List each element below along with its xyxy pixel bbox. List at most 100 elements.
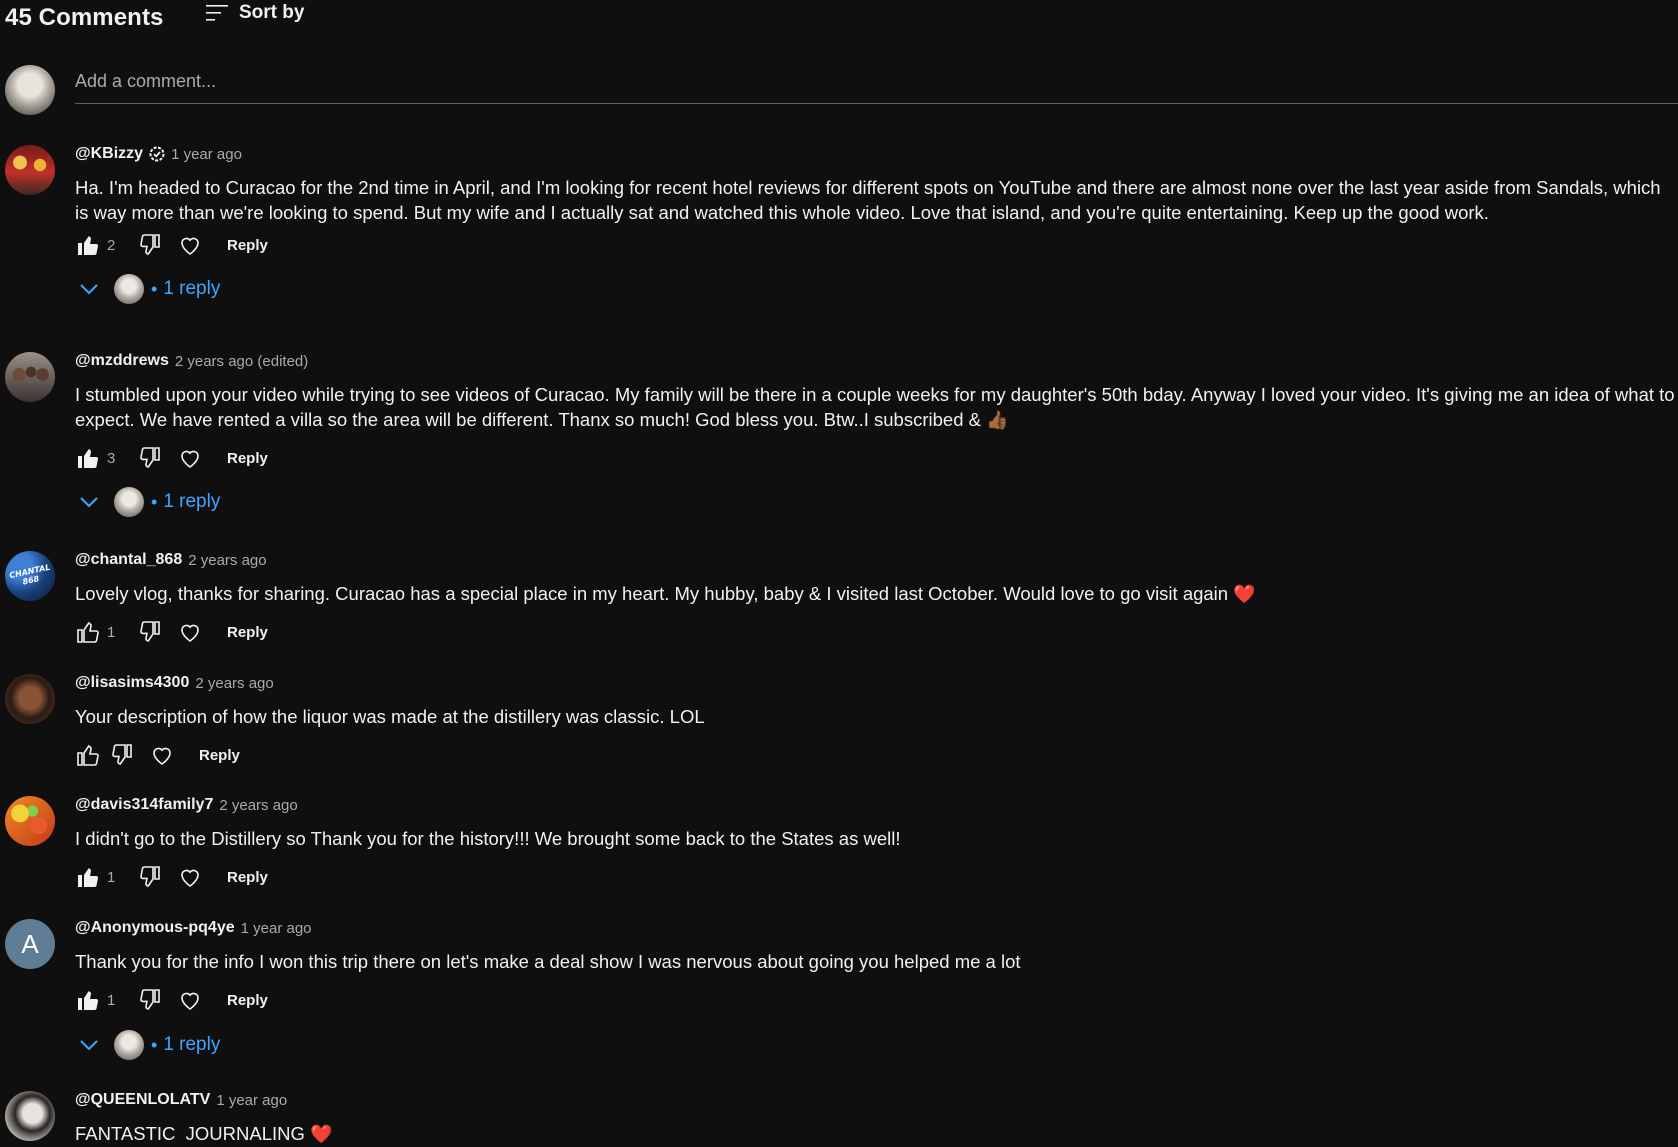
- comment-time[interactable]: 1 year ago: [241, 920, 312, 937]
- thumbs-down-icon: [140, 234, 160, 255]
- like-button[interactable]: [75, 445, 101, 471]
- group-photo-avatar-icon[interactable]: [5, 352, 55, 402]
- comment-thread: @KBizzy 1 year ago Ha. I'm headed to Cur…: [5, 145, 1678, 310]
- dislike-button[interactable]: [137, 864, 163, 890]
- reply-button[interactable]: Reply: [227, 869, 268, 886]
- thumbs-down-icon: [140, 447, 160, 468]
- like-button[interactable]: [75, 742, 101, 768]
- comment-text: I didn't go to the Distillery so Thank y…: [75, 828, 901, 849]
- thumbs-down-icon: [140, 866, 160, 887]
- comment-author[interactable]: @lisasims4300: [75, 674, 189, 692]
- dislike-button[interactable]: [137, 232, 163, 258]
- reply-author-avatar: [114, 274, 144, 304]
- comments-header: 45 Comments: [5, 0, 163, 36]
- heart-button[interactable]: [177, 445, 203, 471]
- bullet-separator: •: [151, 1034, 158, 1055]
- dislike-button[interactable]: [137, 445, 163, 471]
- comment-time[interactable]: 1 year ago: [171, 146, 242, 163]
- comment-author[interactable]: @mzddrews: [75, 352, 169, 370]
- thumbs-up-icon: [77, 621, 99, 643]
- letter-avatar-icon[interactable]: A: [5, 919, 55, 969]
- heart-button[interactable]: [177, 987, 203, 1013]
- chantal-logo-avatar-icon[interactable]: CHANTAL 868: [5, 551, 55, 601]
- reply-author-avatar: [114, 487, 144, 517]
- reply-button[interactable]: Reply: [227, 450, 268, 467]
- thumbs-down-icon: [140, 989, 160, 1010]
- comment-meta: @QUEENLOLATV 1 year ago: [75, 1091, 287, 1109]
- comment-text-body: FANTASTIC JOURNALING: [75, 1123, 305, 1144]
- heart-button[interactable]: [149, 742, 175, 768]
- comment-actions: 1 Reply: [75, 985, 268, 1015]
- heart-button[interactable]: [177, 619, 203, 645]
- colorful-avatar-icon[interactable]: [5, 796, 55, 846]
- sort-by-label: Sort by: [239, 2, 305, 23]
- replies-count: 1 reply: [163, 1034, 221, 1055]
- view-replies-button[interactable]: • 1 reply: [80, 272, 220, 306]
- dislike-button[interactable]: [109, 742, 135, 768]
- reply-button[interactable]: Reply: [227, 237, 268, 254]
- comment-time[interactable]: 1 year ago: [216, 1092, 287, 1109]
- heart-button[interactable]: [177, 232, 203, 258]
- reply-button[interactable]: Reply: [227, 624, 268, 641]
- thumbs-up-icon: [77, 744, 99, 766]
- comment-author[interactable]: @KBizzy: [75, 145, 143, 163]
- comment-author[interactable]: @chantal_868: [75, 551, 182, 569]
- add-comment-input[interactable]: [75, 67, 1678, 104]
- heart-icon: [181, 624, 199, 642]
- comment-text: Lovely vlog, thanks for sharing. Curacao…: [75, 581, 1675, 607]
- comment-text: Ha. I'm headed to Curacao for the 2nd ti…: [75, 177, 1661, 223]
- comment-time[interactable]: 2 years ago: [195, 675, 273, 692]
- comment-meta: @davis314family7 2 years ago: [75, 796, 298, 814]
- sort-by-button[interactable]: Sort by: [205, 2, 304, 24]
- thumbs-up-filled-icon: [78, 868, 99, 887]
- add-comment-row: [5, 65, 1678, 117]
- comment-time[interactable]: 2 years ago: [219, 797, 297, 814]
- comment-author[interactable]: @davis314family7: [75, 796, 213, 814]
- comment-author[interactable]: @Anonymous-pq4ye: [75, 919, 235, 937]
- like-count: 1: [107, 868, 116, 886]
- reply-button[interactable]: Reply: [227, 992, 268, 1009]
- replies-count: 1 reply: [163, 278, 221, 299]
- like-count: 1: [107, 991, 116, 1009]
- comment-text: Your description of how the liquor was m…: [75, 706, 705, 727]
- like-count: 1: [107, 623, 116, 641]
- comment-actions: 1 Reply: [75, 862, 268, 892]
- portrait-avatar-icon[interactable]: [5, 674, 55, 724]
- like-button[interactable]: [75, 987, 101, 1013]
- comment-thread: @lisasims4300 2 years ago Your descripti…: [5, 674, 1678, 784]
- thumbs-up-filled-icon: [78, 991, 99, 1010]
- comment-actions: 1 Reply: [75, 617, 268, 647]
- reply-button[interactable]: Reply: [199, 747, 240, 764]
- comment-meta: @chantal_868 2 years ago: [75, 551, 267, 569]
- thumbs-up-filled-icon: [78, 449, 99, 468]
- comment-time[interactable]: 2 years ago (edited): [175, 353, 308, 370]
- dislike-button[interactable]: [137, 619, 163, 645]
- chevron-down-icon: [80, 284, 98, 295]
- cartoon-avatar-icon[interactable]: [5, 145, 55, 195]
- comment-time[interactable]: 2 years ago: [188, 552, 266, 569]
- comment-thread: @davis314family7 2 years ago I didn't go…: [5, 796, 1678, 906]
- comment-thread: @mzddrews 2 years ago (edited) I stumble…: [5, 352, 1678, 517]
- comment-count: 45 Comments: [5, 4, 164, 31]
- chevron-down-icon: [80, 497, 98, 508]
- comment-thread: @QUEENLOLATV 1 year ago FANTASTIC JOURNA…: [5, 1091, 1678, 1146]
- reply-author-avatar: [114, 1030, 144, 1060]
- like-button[interactable]: [75, 619, 101, 645]
- view-replies-button[interactable]: • 1 reply: [80, 485, 220, 519]
- replies-count: 1 reply: [163, 491, 221, 512]
- view-replies-button[interactable]: • 1 reply: [80, 1028, 220, 1062]
- heart-button[interactable]: [177, 864, 203, 890]
- comment-author[interactable]: @QUEENLOLATV: [75, 1091, 210, 1109]
- comment-text: FANTASTIC JOURNALING ❤️: [75, 1121, 1675, 1147]
- heart-emoji: ❤️: [310, 1124, 333, 1144]
- dislike-button[interactable]: [137, 987, 163, 1013]
- heart-icon: [153, 747, 171, 765]
- thumbs-down-icon: [112, 744, 132, 765]
- like-button[interactable]: [75, 864, 101, 890]
- chevron-down-icon: [80, 1040, 98, 1051]
- comment-actions: Reply: [75, 740, 240, 770]
- comment-text-body: Lovely vlog, thanks for sharing. Curacao…: [75, 583, 1229, 604]
- portrait-avatar-icon[interactable]: [5, 1091, 55, 1141]
- heart-icon: [181, 992, 199, 1010]
- like-button[interactable]: [75, 232, 101, 258]
